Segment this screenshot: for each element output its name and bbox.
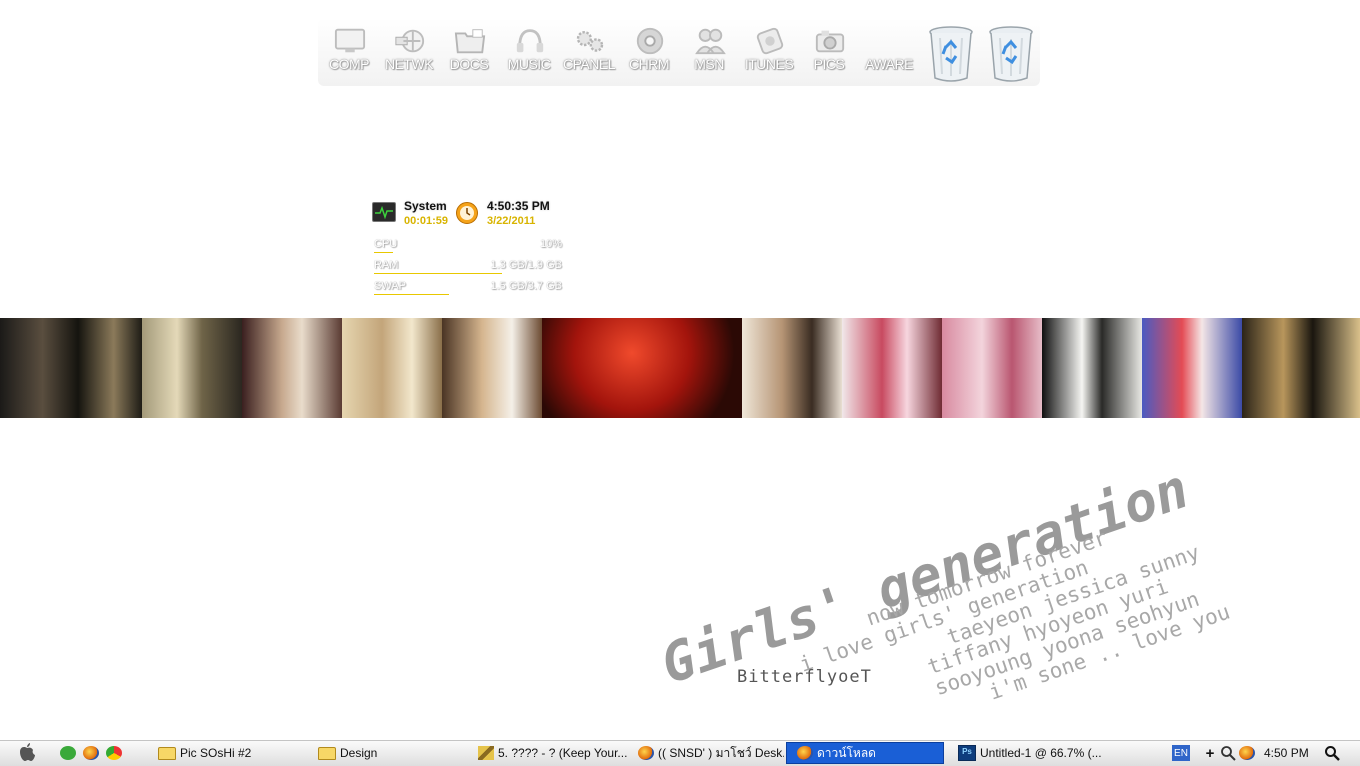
- collage-photo: [142, 318, 242, 418]
- taskbar-button-snsd-desk[interactable]: (( SNSD' ) มาโชว์ Desk...: [638, 742, 784, 764]
- collage-photo: [842, 318, 942, 418]
- meter-value: 1.5 GB/3.7 GB: [490, 280, 562, 292]
- taskbar-button-label: Untitled-1 @ 66.7% (...: [980, 746, 1102, 760]
- meter-name: CPU: [374, 238, 398, 250]
- dock-item-netwk[interactable]: NETWK: [380, 24, 438, 84]
- collage-photo: [742, 318, 842, 418]
- taskbar-button-download[interactable]: ดาวน์โหลด: [786, 742, 944, 764]
- dock-item-aware[interactable]: AWARE: [860, 24, 918, 84]
- collage-photo: [442, 318, 542, 418]
- dock-item-comp[interactable]: COMP: [320, 24, 378, 84]
- chrome-icon: [634, 26, 666, 56]
- quicklaunch-firefox[interactable]: [83, 742, 99, 764]
- firefox-icon: [638, 746, 654, 760]
- taskbar-clock[interactable]: 4:50 PM: [1264, 742, 1324, 764]
- art-line: now tomorrow forever: [863, 525, 1110, 630]
- tray-firefox[interactable]: [1239, 742, 1255, 764]
- swap-meter: SWAP 1.5 GB/3.7 GB: [374, 280, 562, 296]
- meter-bar: [374, 294, 450, 295]
- start-button[interactable]: [18, 742, 38, 764]
- meter-value: 1.3 GB/1.9 GB: [490, 259, 562, 271]
- documents-icon: [454, 26, 486, 56]
- plus-icon[interactable]: +: [1204, 742, 1216, 764]
- collage-photo: [0, 318, 142, 418]
- meter-bar: [374, 273, 502, 274]
- network-icon: [394, 26, 426, 56]
- taskbar-button-photoshop[interactable]: Ps Untitled-1 @ 66.7% (...: [958, 742, 1108, 764]
- collage-photo: [242, 318, 342, 418]
- itunes-icon: [754, 26, 786, 56]
- recycle-bin-icon[interactable]: [988, 24, 1034, 84]
- taskbar-button-label: (( SNSD' ) มาโชว์ Desk...: [658, 745, 784, 760]
- folder-icon: [158, 746, 176, 760]
- dock-item-itunes[interactable]: ITUNES: [740, 24, 798, 84]
- dock-item-docs[interactable]: DOCS: [440, 24, 498, 84]
- photo-collage-strip: [0, 318, 1360, 418]
- gears-icon: [574, 26, 606, 56]
- taskbar-button-label: Design: [340, 746, 378, 760]
- headphones-icon: [514, 26, 546, 56]
- taskbar-button-pic-soshi[interactable]: Pic SOsHi #2: [158, 742, 308, 764]
- firefox-icon: [83, 746, 99, 760]
- pictures-icon: [814, 26, 846, 56]
- art-line: sooyoung yoona seohyun: [932, 587, 1203, 700]
- art-title: Girls' generation: [653, 457, 1196, 697]
- chrome-icon: [106, 746, 122, 760]
- system-title: System: [404, 199, 447, 213]
- collage-photo: [542, 318, 742, 418]
- dock-item-music[interactable]: MUSIC: [500, 24, 558, 84]
- art-line: i love girls' generation: [797, 555, 1092, 676]
- pencil-icon: [478, 746, 494, 760]
- meter-bar: [374, 252, 393, 253]
- ram-meter: RAM 1.3 GB/1.9 GB: [374, 259, 562, 275]
- apple-icon: [18, 742, 36, 764]
- meter-name: SWAP: [374, 280, 406, 292]
- utorrent-icon: [60, 746, 76, 760]
- quicklaunch-utorrent[interactable]: [60, 742, 76, 764]
- taskbar-button-design[interactable]: Design: [318, 742, 468, 764]
- art-line: tiffany hyoyeon yuri: [924, 574, 1171, 679]
- collage-photo: [342, 318, 442, 418]
- collage-photo: [942, 318, 1042, 418]
- collage-photo: [1142, 318, 1242, 418]
- taskbar: Pic SOsHi #2 Design 5. ???? - ? (Keep Yo…: [0, 740, 1360, 766]
- dock-item-chrm[interactable]: CHRM: [620, 24, 678, 84]
- art-line: taeyeon jessica sunny: [944, 540, 1203, 649]
- taskbar-button-label: 5. ???? - ? (Keep Your...: [498, 746, 628, 760]
- aware-icon: [874, 26, 906, 56]
- spotlight-search-icon[interactable]: [1324, 742, 1342, 764]
- language-indicator[interactable]: EN: [1172, 745, 1190, 761]
- firefox-icon: [1239, 746, 1255, 760]
- system-date: 3/22/2011: [487, 215, 536, 227]
- taskbar-button-label: ดาวน์โหลด: [817, 745, 876, 760]
- meter-value: 10%: [539, 238, 562, 250]
- taskbar-button-keep-your[interactable]: 5. ???? - ? (Keep Your...: [478, 742, 628, 764]
- taskbar-button-label: Pic SOsHi #2: [180, 746, 252, 760]
- system-monitor-widget: System 00:01:59 4:50:35 PM 3/22/2011 CPU…: [366, 196, 656, 300]
- quicklaunch-chrome[interactable]: [106, 742, 122, 764]
- folder-icon: [318, 746, 336, 760]
- collage-photo: [1042, 318, 1142, 418]
- activity-monitor-icon: [372, 202, 396, 222]
- art-line: i'm sone .. love you: [986, 600, 1233, 705]
- tray-search-icon[interactable]: [1220, 742, 1236, 764]
- dock-item-pics[interactable]: PICS: [800, 24, 858, 84]
- cpu-meter: CPU 10%: [374, 238, 562, 254]
- monitor-icon: [334, 26, 366, 56]
- meter-name: RAM: [374, 259, 399, 271]
- photoshop-icon: Ps: [958, 745, 976, 761]
- dock-label: AWARE: [865, 56, 913, 72]
- recycle-bin-icon[interactable]: [928, 24, 974, 84]
- firefox-icon: [797, 746, 813, 760]
- system-uptime: 00:01:59: [404, 215, 449, 227]
- clock-icon: [456, 202, 478, 224]
- dock-item-cpanel[interactable]: CPANEL: [560, 24, 618, 84]
- dock-item-msn[interactable]: MSN: [680, 24, 738, 84]
- art-signature: BitterflyoeT: [737, 667, 872, 687]
- system-time: 4:50:35 PM: [487, 199, 550, 213]
- desktop-dock: COMP NETWK DOCS MUSIC CPANEL CHRM MSN IT…: [318, 18, 1040, 86]
- collage-photo: [1242, 318, 1360, 418]
- msn-icon: [694, 26, 726, 56]
